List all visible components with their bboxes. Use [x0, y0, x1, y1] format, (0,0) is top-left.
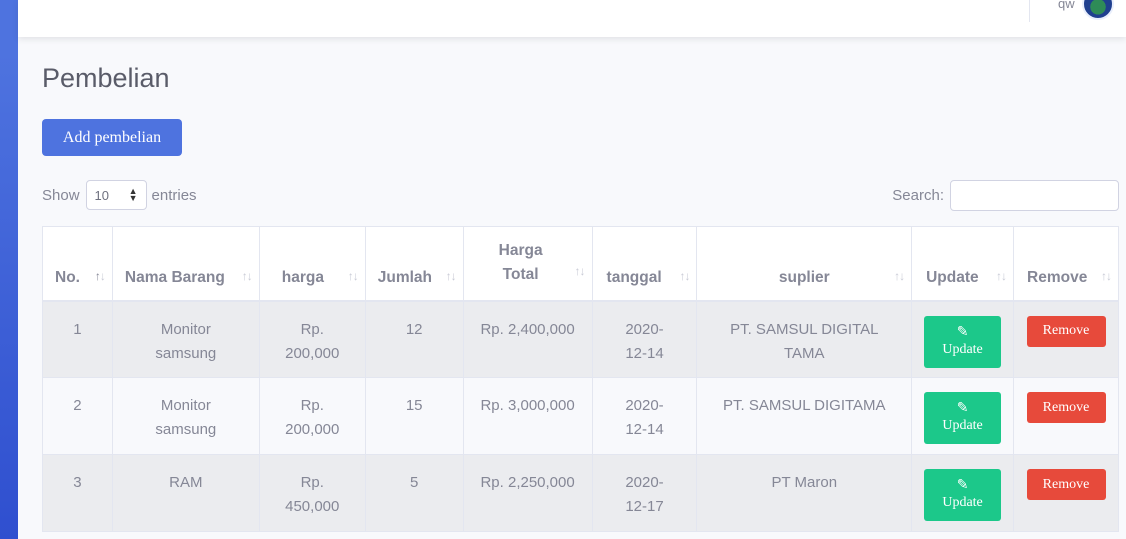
column-header-label: harga — [281, 268, 324, 286]
table-row: 3 RAM Rp. 450,000 5 Rp. 2,250,000 2020-1… — [42, 454, 1119, 532]
cell-suplier: PT. SAMSUL DIGITAMA — [696, 377, 913, 455]
search-control: Search: — [892, 180, 1119, 211]
cell-harga-total: Rp. 2,400,000 — [462, 300, 593, 378]
column-header-jumlah[interactable]: Jumlah ↑↓ — [364, 226, 464, 302]
update-button[interactable]: ✎ Update — [924, 392, 1002, 444]
table-header-row: No. ↑↓ Nama Barang ↑↓ harga ↑↓ Jumlah ↑↓… — [42, 226, 1119, 302]
cell-harga: Rp. 200,000 — [258, 300, 366, 378]
column-header-nama-barang[interactable]: Nama Barang ↑↓ — [111, 226, 260, 302]
column-header-label: Harga Total — [498, 241, 543, 283]
user-name[interactable]: qw — [1058, 0, 1075, 11]
entries-length-control: Show 10 ▲ ▼ entries — [42, 180, 197, 210]
update-button-label: Update — [942, 418, 983, 433]
pembelian-table: No. ↑↓ Nama Barang ↑↓ harga ↑↓ Jumlah ↑↓… — [42, 226, 1119, 532]
page-title: Pembelian — [42, 63, 170, 93]
update-button-label: Update — [942, 495, 983, 510]
cell-nama-barang: RAM — [111, 454, 260, 532]
avatar[interactable] — [1082, 0, 1114, 20]
cell-no: 1 — [42, 300, 113, 378]
sort-icon: ↑↓ — [574, 263, 586, 278]
column-header-remove[interactable]: Remove ↑↓ — [1013, 226, 1119, 302]
table-row: 1 Monitor samsung Rp. 200,000 12 Rp. 2,4… — [42, 300, 1119, 378]
sort-icon: ↑↓ — [94, 268, 106, 283]
column-header-tanggal[interactable]: tanggal ↑↓ — [591, 226, 698, 302]
topbar-divider — [1029, 0, 1030, 22]
cell-harga: Rp. 200,000 — [258, 377, 366, 455]
add-pembelian-button[interactable]: Add pembelian — [42, 119, 182, 156]
cell-harga-total: Rp. 2,250,000 — [462, 454, 593, 532]
edit-icon: ✎ — [956, 478, 969, 493]
sort-icon: ↑↓ — [445, 268, 457, 283]
remove-button[interactable]: Remove — [1026, 469, 1106, 500]
column-header-no[interactable]: No. ↑↓ — [42, 226, 113, 302]
update-button[interactable]: ✎ Update — [924, 469, 1002, 521]
sort-icon: ↑↓ — [894, 268, 905, 283]
sort-icon: ↑↓ — [241, 268, 253, 283]
cell-jumlah: 5 — [364, 454, 464, 532]
cell-jumlah: 15 — [364, 377, 464, 455]
cell-harga: Rp. 450,000 — [258, 454, 366, 532]
entries-select-value: 10 — [94, 187, 109, 203]
column-header-label: Jumlah — [377, 268, 432, 286]
edit-icon: ✎ — [956, 401, 969, 416]
edit-icon: ✎ — [956, 324, 969, 340]
show-label: Show — [42, 186, 80, 204]
search-label: Search: — [892, 187, 944, 204]
column-header-label: suplier — [778, 268, 830, 286]
column-header-suplier[interactable]: suplier ↑↓ — [696, 226, 913, 302]
cell-update: ✎ Update — [911, 454, 1015, 532]
cell-remove: Remove — [1013, 300, 1119, 378]
cell-tanggal: 2020-12-14 — [591, 377, 698, 455]
cell-tanggal: 2020-12-14 — [591, 300, 698, 378]
update-button-label: Update — [942, 341, 983, 357]
search-input[interactable] — [950, 180, 1119, 211]
entries-select[interactable]: 10 ▲ ▼ — [85, 180, 147, 210]
entries-label: entries — [151, 186, 197, 204]
cell-harga-total: Rp. 3,000,000 — [462, 377, 593, 455]
remove-button[interactable]: Remove — [1026, 392, 1106, 423]
topbar: qw — [18, 0, 1126, 37]
cell-remove: Remove — [1013, 377, 1119, 455]
column-header-update[interactable]: Update ↑↓ — [911, 226, 1015, 302]
cell-nama-barang: Monitor samsung — [111, 377, 260, 455]
column-header-harga-total[interactable]: Harga Total ↑↓ — [462, 226, 593, 302]
column-header-label: Update — [926, 268, 979, 286]
table-row: 2 Monitor samsung Rp. 200,000 15 Rp. 3,0… — [42, 377, 1119, 455]
sort-icon: ↑↓ — [1101, 268, 1112, 283]
cell-no: 2 — [42, 377, 113, 455]
sort-icon: ↑↓ — [679, 268, 690, 283]
column-header-label: No. — [55, 268, 80, 286]
select-arrows-icon: ▲ ▼ — [128, 186, 138, 203]
sidebar — [0, 0, 18, 539]
cell-remove: Remove — [1013, 454, 1119, 532]
cell-suplier: PT. SAMSUL DIGITAL TAMA — [696, 300, 913, 378]
cell-no: 3 — [42, 454, 113, 532]
remove-button[interactable]: Remove — [1026, 315, 1106, 347]
column-header-label: Remove — [1027, 268, 1088, 286]
column-header-harga[interactable]: harga ↑↓ — [258, 226, 366, 302]
sort-icon: ↑↓ — [996, 268, 1007, 283]
update-button[interactable]: ✎ Update — [924, 315, 1002, 368]
cell-nama-barang: Monitor samsung — [111, 300, 260, 378]
cell-tanggal: 2020-12-17 — [591, 454, 698, 532]
sort-icon: ↑↓ — [347, 268, 359, 283]
cell-update: ✎ Update — [911, 377, 1015, 455]
column-header-label: Nama Barang — [124, 268, 225, 286]
cell-jumlah: 12 — [364, 300, 464, 378]
cell-suplier: PT Maron — [696, 454, 913, 532]
cell-update: ✎ Update — [911, 300, 1015, 378]
column-header-label: tanggal — [606, 268, 662, 286]
